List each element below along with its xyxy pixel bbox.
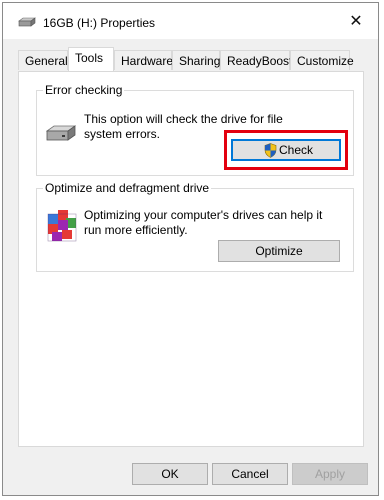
properties-dialog: 16GB (H:) Properties ✕ General Tools Har…	[2, 2, 379, 496]
tab-sharing[interactable]: Sharing	[172, 50, 220, 70]
close-icon: ✕	[349, 13, 363, 30]
error-checking-title: Error checking	[43, 83, 125, 97]
ok-button[interactable]: OK	[132, 463, 208, 485]
defrag-icon	[47, 210, 77, 242]
tab-readyboost[interactable]: ReadyBoost	[220, 50, 292, 70]
tab-hardware[interactable]: Hardware	[114, 50, 173, 70]
window-title: 16GB (H:) Properties	[43, 16, 156, 30]
optimize-description: Optimizing your computer's drives can he…	[84, 208, 323, 237]
optimize-button[interactable]: Optimize	[218, 240, 340, 262]
check-button[interactable]: Check	[231, 139, 341, 161]
optimize-title: Optimize and defragment drive	[43, 181, 212, 195]
tab-general[interactable]: General	[18, 50, 68, 70]
apply-button[interactable]: Apply	[292, 463, 368, 485]
check-button-label: Check	[279, 143, 314, 157]
tools-panel: Error checking This option will check th…	[18, 71, 364, 447]
tab-tools[interactable]: Tools	[68, 47, 114, 71]
title-bar: 16GB (H:) Properties ✕	[3, 3, 378, 39]
cancel-button[interactable]: Cancel	[212, 463, 288, 485]
drive-icon	[18, 17, 36, 27]
tab-customize[interactable]: Customize	[290, 50, 354, 70]
drive-icon	[46, 125, 76, 141]
close-button[interactable]: ✕	[344, 11, 368, 33]
optimize-group: Optimize and defragment drive Optimizing…	[36, 181, 354, 272]
uac-shield-icon	[264, 143, 277, 158]
